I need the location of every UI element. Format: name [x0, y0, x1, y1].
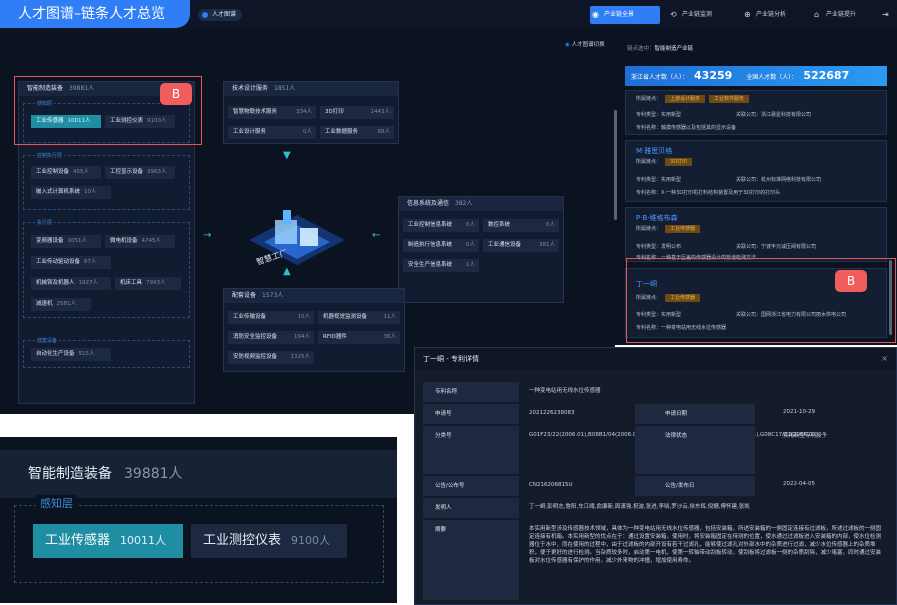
row-patent-name: 专利名称 一种变电站用无线水位传感器 — [423, 382, 889, 402]
chip-automation-equipment[interactable]: 自动化生产设备 515人 — [31, 348, 111, 361]
tag: 工业软件服务 — [709, 95, 750, 103]
tab-industry-overview[interactable]: ◉ 产业链全景 — [590, 6, 660, 24]
info-box-header: 信息系统及通信 382人 — [399, 197, 563, 211]
chip-cnc-system[interactable]: 数控系统 0人 — [483, 219, 559, 232]
row-classification: 分类号G01F23/22(2006.01),B08B1/04(2006.01),… — [423, 426, 889, 474]
chip-comm-device[interactable]: 工业通信设备 381人 — [483, 239, 559, 252]
upgrade-icon: ⌂ — [814, 10, 820, 19]
modal-title: 丁一峒 - 专利详情 × — [415, 348, 896, 370]
tag: 工业传感器 — [665, 225, 701, 233]
page-title: 人才图谱–链条人才总览 — [0, 0, 190, 28]
tag: 3D打印 — [665, 158, 693, 166]
talent-stats: 浙江省人才数（人）： 43259 全国人才数（人）： 522687 — [625, 66, 887, 86]
zoom-group-label: 感知层 — [36, 495, 77, 511]
chip-vision-device[interactable]: 机器视觉监测设备 11人 — [318, 311, 400, 324]
main-vertical-scrollbar[interactable] — [614, 110, 617, 220]
close-icon[interactable]: × — [881, 348, 888, 370]
smart-factory-illustration — [249, 210, 345, 265]
arrow-up-icon: ▲ — [283, 266, 291, 277]
map-switch-button[interactable]: ◉ 人才图谱切换 — [565, 40, 605, 48]
chip-data-service[interactable]: 工业数据服务 88人 — [320, 126, 394, 139]
chip-inverter[interactable]: 变频器设备 1051人 — [31, 235, 101, 248]
dot-icon — [202, 12, 208, 18]
chip-drive-device[interactable]: 工业传动驱动设备 87人 — [31, 256, 111, 269]
chip-rfid[interactable]: RFID器件 36人 — [318, 331, 400, 344]
person-card-2[interactable]: P·B·维格布森 所属链点： 工业传感器 专利类型：发明公布 关联公司：宁波丰元减… — [625, 207, 887, 262]
patent-detail-modal: 丁一峒 - 专利详情 × 专利名称 一种变电站用无线水位传感器 申请号 2021226… — [414, 347, 897, 605]
vertical-scrollbar[interactable] — [889, 260, 892, 335]
chip-3d-printing[interactable]: 3D打印 1443人 — [320, 106, 394, 119]
chip-machine-tool[interactable]: 机床工具 7993人 — [115, 277, 181, 290]
row-application: 申请号 2021226238083 申请日期 2021-10-29 — [423, 404, 889, 424]
group-label: 控制执行层 — [35, 152, 65, 159]
info-system-box: 信息系统及通信 382人 工业控制信息系统 0人 数控系统 0人 制造执行信息系统 0人… — [398, 196, 564, 303]
group-label: 成套设备 — [35, 337, 60, 344]
logout-button[interactable]: ⇥ — [880, 6, 894, 24]
person-card-0[interactable]: 所属链点： 上游设计服务 工业软件服务 专利类型：实用新型 关联公司：浙江晨星科技有… — [625, 90, 887, 135]
zoom-header: 智能制造装备 39881人 — [0, 450, 397, 498]
chip-iot-service[interactable]: 智慧物联技术服务 334人 — [228, 106, 316, 119]
chip-design-service[interactable]: 工业设计服务 0人 — [228, 126, 316, 139]
chip-display-device[interactable]: 工控显示设备 3963人 — [105, 166, 175, 179]
overview-icon: ◉ — [592, 10, 599, 19]
parts-box: 配套设备 1573人 工业传输设备 10人 机器视觉监测设备 11人 消防安全监控设备… — [223, 288, 405, 372]
tag: 上游设计服务 — [665, 95, 706, 103]
tab-industry-monitor[interactable]: ⟲ 产业链监测 — [668, 6, 738, 24]
chip-robot-arm[interactable]: 机械臂及机器人 1927人 — [31, 277, 111, 290]
badge-b-left: B — [160, 83, 192, 105]
arrow-left-icon: ← — [372, 230, 381, 241]
logout-icon: ⇥ — [882, 10, 889, 19]
badge-b-right: B — [835, 270, 867, 292]
analysis-icon: ⊕ — [744, 10, 751, 19]
chip-video-monitor[interactable]: 安防视频监控设备 1325人 — [228, 351, 314, 364]
row-publication: 公告/公布号 CN216206815U 公告/发布日 2022-04-05 — [423, 476, 889, 496]
monitor-icon: ⟲ — [670, 10, 677, 19]
person-card-1[interactable]: M·雅思贝格 所属链点： 3D打印 专利类型：实用新型 关联公司：杭州标准网络科技… — [625, 140, 887, 202]
chip-control-info-system[interactable]: 工业控制信息系统 0人 — [403, 219, 479, 232]
group-label: 执行层 — [35, 219, 55, 226]
chip-mes-system[interactable]: 制造执行信息系统 0人 — [403, 239, 479, 252]
node-selected: 链点选中：智能制造产业链 — [627, 46, 694, 52]
chip-reducer[interactable]: 减速机 2581人 — [31, 298, 91, 311]
chip-safety-info-system[interactable]: 安全生产信息系统 1人 — [403, 259, 479, 272]
tech-box-header: 技术设计服务 1851人 — [224, 82, 398, 96]
chip-embedded-system[interactable]: 嵌入式计算机系统 10人 — [31, 186, 111, 199]
arrow-right-icon: → — [203, 230, 212, 241]
tech-service-box: 技术设计服务 1851人 智慧物联技术服务 334人 3D打印 1443人 工业设计服… — [223, 81, 399, 144]
chip-control-device[interactable]: 工业控制设备 455人 — [31, 166, 101, 179]
group-control — [23, 155, 190, 210]
breadcrumb-pill[interactable]: 人才图谱 — [198, 9, 243, 21]
chip-micromotor[interactable]: 微电机设备 4745人 — [105, 235, 175, 248]
row-inventors: 发明人 丁一峒,彭明志,詹阳,车江峨,俞廉新,周潇强,祝波,张进,李晓,罗沙云,徐… — [423, 498, 889, 518]
zoom-chip-measurement-instrument[interactable]: 工业测控仪表 9100人 — [191, 524, 347, 558]
tab-industry-analysis[interactable]: ⊕ 产业链分析 — [742, 6, 812, 24]
chip-transmission-device[interactable]: 工业传输设备 10人 — [228, 311, 314, 324]
arrow-down-icon: ▼ — [283, 150, 291, 161]
zoom-chip-industrial-sensor[interactable]: 工业传感器 10011人 — [33, 524, 183, 558]
tab-industry-upgrade[interactable]: ⌂ 产业链提升 — [812, 6, 882, 24]
chip-fire-monitor[interactable]: 消防安全监控设备 194人 — [228, 331, 314, 344]
row-abstract: 摘要 本实用新型涉及传感器技术领域，具体为一种变电站用无线水位传感器，包括安装箱，… — [423, 520, 889, 600]
